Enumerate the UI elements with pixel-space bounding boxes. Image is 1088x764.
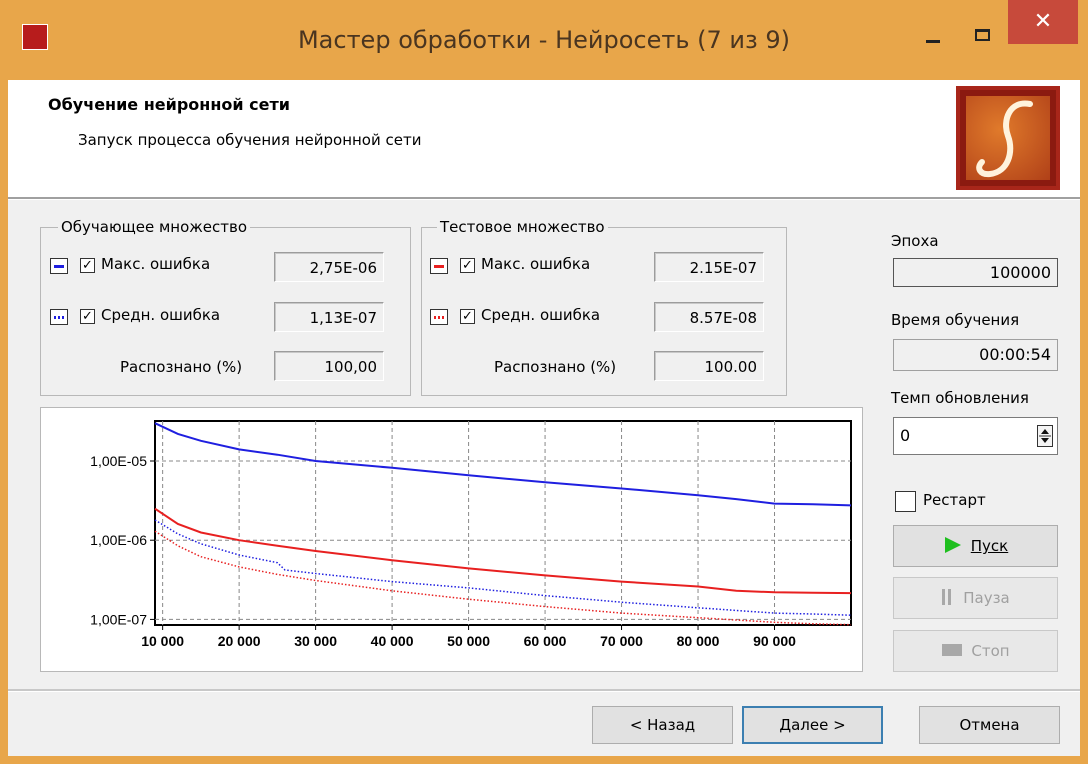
- test-max-error-value: 2.15E-07: [654, 252, 764, 282]
- test-max-legend-button[interactable]: [430, 258, 448, 274]
- update-rate-value: 0: [900, 426, 911, 445]
- solid-line-icon: [434, 265, 444, 268]
- time-label: Время обучения: [891, 311, 1020, 329]
- maximize-icon: [975, 29, 990, 41]
- pause-icon: [942, 589, 952, 605]
- close-button[interactable]: ✕: [1008, 0, 1078, 44]
- stop-button-label: Стоп: [971, 642, 1010, 660]
- test-max-error-checkbox[interactable]: ✓: [460, 258, 475, 273]
- cancel-button[interactable]: Отмена: [919, 706, 1060, 744]
- stop-icon: [942, 644, 963, 656]
- restart-label: Рестарт: [923, 491, 986, 509]
- y-tick-label: 1,00E-06: [90, 532, 147, 548]
- x-tick-label: 70 000: [600, 633, 643, 649]
- test-max-error-label: Макс. ошибка: [481, 255, 591, 273]
- training-error-chart: 10 000 20 000 30 000 40 000 50 000 60 000 70 0…: [40, 407, 863, 672]
- x-tick-label: 20 000: [218, 633, 261, 649]
- dotted-line-icon: [434, 316, 444, 319]
- train-avg-error-label: Средн. ошибка: [101, 306, 221, 324]
- x-tick-label: 30 000: [294, 633, 337, 649]
- play-icon: [944, 537, 961, 553]
- train-avg-legend-button[interactable]: [50, 309, 68, 325]
- x-tick-label: 40 000: [371, 633, 414, 649]
- test-avg-error-checkbox[interactable]: ✓: [460, 309, 475, 324]
- train-max-error-value: 2,75E-06: [274, 252, 384, 282]
- x-tick-label: 60 000: [524, 633, 567, 649]
- x-tick-label: 10 000: [141, 633, 184, 649]
- stop-button[interactable]: Стоп: [893, 630, 1058, 672]
- test-avg-error-value: 8.57E-08: [654, 302, 764, 332]
- test-recognized-value: 100.00: [654, 351, 764, 381]
- x-tick-label: 80 000: [677, 633, 720, 649]
- test-avg-legend-button[interactable]: [430, 309, 448, 325]
- deductor-logo-icon: [956, 86, 1060, 190]
- next-button[interactable]: Далее >: [742, 706, 883, 744]
- maximize-button[interactable]: [960, 22, 1006, 52]
- page-title: Обучение нейронной сети: [48, 95, 290, 114]
- header-divider: [8, 197, 1080, 200]
- chart-canvas: 10 000 20 000 30 000 40 000 50 000 60 000 70 0…: [90, 420, 852, 649]
- x-tick-label: 90 000: [753, 633, 796, 649]
- spin-arrows-icon[interactable]: [1037, 425, 1053, 447]
- page-subtitle: Запуск процесса обучения нейронной сети: [78, 131, 422, 149]
- pause-button-label: Пауза: [963, 589, 1010, 607]
- training-set-label: Обучающее множество: [58, 218, 251, 236]
- dotted-line-icon: [54, 316, 64, 319]
- pause-button[interactable]: Пауза: [893, 577, 1058, 619]
- update-rate-label: Темп обновления: [891, 389, 1029, 407]
- train-avg-error-value: 1,13E-07: [274, 302, 384, 332]
- epoch-label: Эпоха: [891, 232, 939, 250]
- epoch-value: 100000: [893, 258, 1058, 287]
- solid-line-icon: [54, 265, 64, 268]
- x-tick-label: 50 000: [447, 633, 490, 649]
- restart-checkbox[interactable]: [895, 491, 916, 512]
- y-tick-label: 1,00E-07: [90, 611, 147, 627]
- train-max-legend-button[interactable]: [50, 258, 68, 274]
- footer-divider: [8, 689, 1080, 692]
- update-rate-spinbox[interactable]: 0: [893, 417, 1058, 455]
- train-recognized-label: Распознано (%): [120, 358, 243, 376]
- train-avg-error-checkbox[interactable]: ✓: [80, 309, 95, 324]
- minimize-button[interactable]: [910, 22, 956, 52]
- test-recognized-label: Распознано (%): [494, 358, 617, 376]
- minimize-icon: [926, 40, 940, 43]
- start-button-label: Пуск: [970, 537, 1009, 555]
- train-max-error-checkbox[interactable]: ✓: [80, 258, 95, 273]
- y-tick-label: 1,00E-05: [90, 453, 147, 469]
- back-button[interactable]: < Назад: [592, 706, 733, 744]
- test-set-label: Тестовое множество: [437, 218, 608, 236]
- close-icon: ✕: [1033, 9, 1053, 34]
- test-avg-error-label: Средн. ошибка: [481, 306, 601, 324]
- start-button[interactable]: Пуск: [893, 525, 1058, 567]
- time-value: 00:00:54: [893, 339, 1058, 371]
- train-max-error-label: Макс. ошибка: [101, 255, 211, 273]
- train-recognized-value: 100,00: [274, 351, 384, 381]
